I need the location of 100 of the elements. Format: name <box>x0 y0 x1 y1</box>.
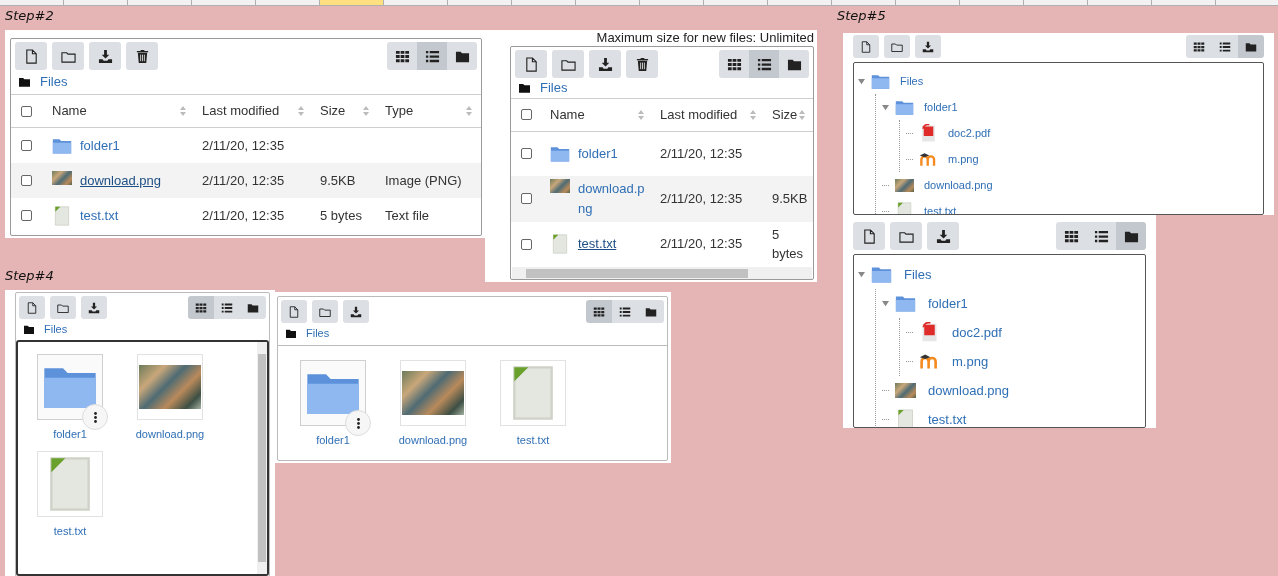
tree-item-link[interactable]: folder1 <box>924 98 958 116</box>
tree-item-link[interactable]: folder1 <box>928 293 968 314</box>
file-name-link[interactable]: test.txt <box>516 432 550 449</box>
download-button[interactable] <box>915 35 941 58</box>
expanded-arrow-icon[interactable] <box>858 77 865 85</box>
column-header-cell[interactable] <box>448 0 512 5</box>
new-file-button[interactable] <box>853 222 885 250</box>
column-header-cell[interactable] <box>192 0 256 5</box>
column-header-cell[interactable] <box>704 0 768 5</box>
expanded-arrow-icon[interactable] <box>882 300 889 307</box>
tree-item-link[interactable]: test.txt <box>928 409 967 427</box>
file-name-link[interactable]: download.png <box>80 170 161 191</box>
tree-item-link[interactable]: download.png <box>924 176 993 194</box>
tree-item-link[interactable]: download.png <box>928 380 1009 401</box>
grid-view-button[interactable] <box>586 300 612 323</box>
list-view-button[interactable] <box>214 296 240 319</box>
download-button[interactable] <box>927 222 959 250</box>
new-file-button[interactable] <box>853 35 879 58</box>
row-checkbox[interactable] <box>21 210 32 221</box>
tree-view-button[interactable] <box>447 42 477 70</box>
column-header-cell[interactable] <box>1152 0 1216 5</box>
file-name-link[interactable]: download.png <box>578 178 650 219</box>
column-header-cell[interactable] <box>512 0 576 5</box>
column-header-cell[interactable] <box>256 0 320 5</box>
list-view-button[interactable] <box>1212 35 1238 58</box>
column-header-cell[interactable] <box>768 0 832 5</box>
column-header[interactable]: Size <box>314 101 379 121</box>
column-header[interactable]: Name <box>544 104 654 125</box>
column-header-cell[interactable] <box>1216 0 1278 5</box>
column-header-cell[interactable] <box>1024 0 1088 5</box>
column-header-cell[interactable] <box>576 0 640 5</box>
grid-view-button[interactable] <box>719 50 749 78</box>
row-checkbox[interactable] <box>521 193 532 204</box>
column-header-cell[interactable] <box>832 0 896 5</box>
more-options-button[interactable] <box>82 404 108 430</box>
column-header-cell[interactable] <box>320 0 384 5</box>
new-folder-button[interactable] <box>52 42 84 70</box>
breadcrumb-link[interactable]: Files <box>540 78 568 98</box>
tree-item-link[interactable]: m.png <box>952 351 989 372</box>
new-folder-button[interactable] <box>552 50 584 78</box>
new-file-button[interactable] <box>515 50 547 78</box>
tree-view-button[interactable] <box>1238 35 1264 58</box>
column-header-cell[interactable] <box>0 0 64 5</box>
tree-view-button[interactable] <box>638 300 664 323</box>
file-tile[interactable] <box>400 360 466 426</box>
new-folder-button[interactable] <box>312 300 338 323</box>
grid-view-button[interactable] <box>1186 35 1212 58</box>
breadcrumb-link[interactable]: Files <box>44 320 68 338</box>
tree-view-button[interactable] <box>240 296 266 319</box>
tree-view-button[interactable] <box>779 50 809 78</box>
column-header-cell[interactable] <box>896 0 960 5</box>
tree-item-link[interactable]: doc2.pdf <box>948 124 991 142</box>
new-folder-button[interactable] <box>890 222 922 250</box>
file-tile[interactable] <box>500 360 566 426</box>
list-view-button[interactable] <box>612 300 638 323</box>
column-header-cell[interactable] <box>1088 0 1152 5</box>
column-header-cell[interactable] <box>960 0 1024 5</box>
delete-button[interactable] <box>626 50 658 78</box>
tree-view-button[interactable] <box>1116 222 1146 250</box>
download-button[interactable] <box>343 300 369 323</box>
select-all-checkbox[interactable] <box>521 109 532 120</box>
row-checkbox[interactable] <box>521 238 532 250</box>
file-name-link[interactable]: download.png <box>135 426 205 443</box>
column-header[interactable]: Last modified <box>196 101 314 121</box>
file-tile[interactable] <box>37 450 103 517</box>
file-name-link[interactable]: test.txt <box>578 234 617 254</box>
download-button[interactable] <box>89 42 121 70</box>
more-options-button[interactable] <box>345 410 371 436</box>
file-name-link[interactable]: folder1 <box>316 432 350 449</box>
list-view-button[interactable] <box>417 42 447 70</box>
row-checkbox[interactable] <box>21 175 32 186</box>
column-header[interactable]: Size <box>766 104 813 125</box>
new-folder-button[interactable] <box>50 296 76 319</box>
column-header[interactable]: Name <box>46 101 196 121</box>
file-name-link[interactable]: test.txt <box>80 205 119 226</box>
download-button[interactable] <box>589 50 621 78</box>
grid-view-button[interactable] <box>387 42 417 70</box>
new-file-button[interactable] <box>19 296 45 319</box>
delete-button[interactable] <box>126 42 158 70</box>
file-name-link[interactable]: folder1 <box>53 426 87 443</box>
tree-item-link[interactable]: test.txt <box>924 202 957 214</box>
file-tile[interactable] <box>137 354 203 420</box>
expanded-arrow-icon[interactable] <box>858 271 865 278</box>
column-header[interactable]: Type <box>379 101 481 121</box>
expanded-arrow-icon[interactable] <box>882 103 889 111</box>
grid-view-button[interactable] <box>188 296 214 319</box>
file-name-link[interactable]: test.txt <box>53 522 87 539</box>
file-tile[interactable] <box>300 360 366 426</box>
tree-item-link[interactable]: doc2.pdf <box>952 322 1002 343</box>
file-name-link[interactable]: folder1 <box>578 143 618 164</box>
row-checkbox[interactable] <box>21 140 32 151</box>
breadcrumb-link[interactable]: Files <box>40 72 68 92</box>
new-file-button[interactable] <box>281 300 307 323</box>
tree-item-link[interactable]: Files <box>900 72 924 90</box>
column-header-cell[interactable] <box>128 0 192 5</box>
grid-view-button[interactable] <box>1056 222 1086 250</box>
file-tile[interactable] <box>37 354 103 420</box>
new-file-button[interactable] <box>15 42 47 70</box>
list-view-button[interactable] <box>749 50 779 78</box>
column-header-cell[interactable] <box>64 0 128 5</box>
